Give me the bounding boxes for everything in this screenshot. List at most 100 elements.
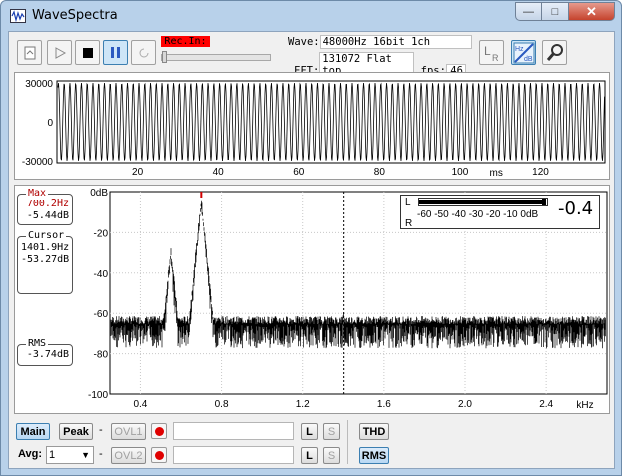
ovl1-button[interactable]: OVL1 [111, 423, 146, 440]
waveform-x-unit: ms [490, 168, 503, 179]
lr-channel-icon: LR [484, 44, 499, 63]
toolbar: Rec.In: Wave: 48000Hz 16bit 1ch FFT:13107… [9, 32, 614, 78]
ovl2-button[interactable]: OVL2 [111, 447, 146, 464]
open-file-icon [24, 46, 35, 59]
svg-text:L: L [484, 44, 491, 58]
waveform-y-tick: -30000 [22, 157, 54, 168]
waveform-x-tick: 40 [213, 167, 225, 178]
open-file-button[interactable] [17, 40, 42, 65]
ovl2-save-button[interactable]: S [323, 447, 340, 464]
pause-button[interactable] [103, 40, 128, 65]
rms-level: -3.74dB [26, 349, 69, 360]
waveform-plot: 30000 0 -30000 20 40 60 80 100 120 ms [22, 79, 606, 179]
wrench-icon [546, 43, 563, 61]
meter-scale: -60 -50 -40 -30 -20 -10 0dB [417, 209, 539, 220]
app-window: WaveSpectra — □ ✕ Rec.In: Wave: 48000Hz … [0, 0, 622, 476]
ovl1-load-button[interactable]: L [301, 423, 318, 440]
svg-text:dB: dB [524, 56, 533, 63]
avg-value: 1 [49, 449, 56, 461]
ovl1-record-button[interactable] [151, 423, 167, 439]
spectrum-y-tick: -60 [94, 309, 109, 320]
meter-bar [418, 198, 548, 206]
wave-label: Wave: [288, 36, 320, 48]
spectrum-x-tick: 2.0 [458, 399, 472, 410]
rec-level-slider[interactable] [161, 51, 271, 63]
pause-icon [111, 47, 120, 58]
waveform-x-tick: 120 [532, 167, 549, 178]
ovl2-load-button[interactable]: L [301, 447, 318, 464]
stop-button[interactable] [75, 40, 100, 65]
hz-db-scale-button[interactable]: Hz dB [511, 40, 536, 65]
spectrum-x-tick: 0.8 [215, 399, 229, 410]
max-caption: Max [26, 188, 49, 200]
dash-2: - [99, 448, 103, 460]
meter-right-label: R [405, 218, 413, 229]
ovl1-save-button[interactable]: S [323, 423, 340, 440]
spectrum-panel[interactable]: 0dB -20 -40 -60 -80 -100 0.4 0.8 1.2 1.6 2.0 2.4 kHz… [14, 185, 610, 414]
spectrum-x-tick: 1.2 [296, 399, 310, 410]
meter-readout: -0.4 [558, 198, 594, 219]
app-icon [10, 9, 26, 23]
meter-peak-hold [542, 199, 546, 205]
waveform-x-tick: 100 [452, 167, 469, 178]
spectrum-x-tick: 2.4 [539, 399, 553, 410]
stop-icon [82, 47, 93, 58]
spectrum-x-tick: 1.6 [377, 399, 391, 410]
thd-button[interactable]: THD [359, 423, 389, 440]
repeat-icon [139, 48, 148, 57]
peak-button[interactable]: Peak [59, 423, 93, 440]
rms-button[interactable]: RMS [359, 447, 389, 464]
spectrum-y-tick: -100 [88, 390, 108, 401]
cursor-level: -53.27dB [21, 254, 70, 265]
ovl1-name-field[interactable] [173, 422, 294, 440]
spectrum-y-tick: 0dB [90, 188, 108, 199]
ovl2-record-button[interactable] [151, 447, 167, 463]
hz-db-scale-icon: HzdB [513, 42, 534, 63]
maximize-button[interactable]: □ [542, 2, 569, 21]
cursor-freq: 1401.9Hz [21, 242, 70, 253]
spectrum-x-unit: kHz [576, 400, 593, 411]
close-button[interactable]: ✕ [569, 2, 615, 21]
separator [347, 420, 348, 464]
spectrum-y-tick: -80 [94, 350, 109, 361]
wave-format-value: 48000Hz 16bit 1ch [319, 35, 472, 49]
minimize-button[interactable]: — [515, 2, 542, 21]
settings-button[interactable] [542, 40, 567, 65]
ovl2-name-field[interactable] [173, 446, 294, 464]
client-area: Rec.In: Wave: 48000Hz 16bit 1ch FFT:13107… [8, 31, 615, 469]
repeat-button[interactable] [131, 40, 156, 65]
lr-channel-button[interactable]: LR [479, 40, 504, 65]
waveform-x-tick: 20 [132, 167, 144, 178]
meter-left-label: L [405, 197, 411, 208]
rms-readout: RMS -3.74dB [17, 338, 73, 366]
bottom-controls: Main Peak - OVL1 L S Avg: 1 ▼ - OVL2 L S… [9, 418, 614, 468]
waveform-y-tick: 30000 [25, 79, 53, 90]
svg-text:R: R [492, 53, 499, 63]
level-meter: L -60 -50 -40 -30 -20 -10 0dB R -0.4 [400, 195, 600, 229]
title-bar[interactable]: WaveSpectra — □ ✕ [1, 1, 621, 31]
waveform-x-tick: 80 [374, 167, 386, 178]
rec-level-thumb[interactable] [162, 51, 167, 63]
max-readout: Max 700.2Hz -5.44dB [17, 188, 73, 225]
meter-bar-fill [419, 200, 545, 204]
cursor-caption: Cursor [26, 230, 67, 242]
spectrum-y-tick: -40 [94, 269, 109, 280]
avg-select[interactable]: 1 ▼ [46, 446, 94, 464]
spectrum-y-tick: -20 [94, 228, 109, 239]
rec-input-label: Rec.In: [161, 36, 210, 47]
svg-text:Hz: Hz [515, 46, 524, 53]
waveform-x-tick: 60 [293, 167, 305, 178]
dash-1: - [99, 424, 103, 436]
main-button[interactable]: Main [16, 423, 50, 440]
rms-caption: RMS [26, 338, 49, 350]
cursor-readout: Cursor 1401.9Hz -53.27dB [17, 230, 73, 294]
play-icon [55, 46, 66, 59]
waveform-panel[interactable]: 30000 0 -30000 20 40 60 80 100 120 ms [14, 72, 610, 180]
window-title: WaveSpectra [32, 8, 118, 23]
wave-info: Wave: 48000Hz 16bit 1ch [288, 35, 472, 49]
waveform-y-tick: 0 [47, 118, 53, 129]
record-dot-icon [154, 450, 164, 460]
play-button[interactable] [47, 40, 72, 65]
avg-label: Avg: [18, 448, 43, 460]
spectrum-x-tick: 0.4 [133, 399, 147, 410]
